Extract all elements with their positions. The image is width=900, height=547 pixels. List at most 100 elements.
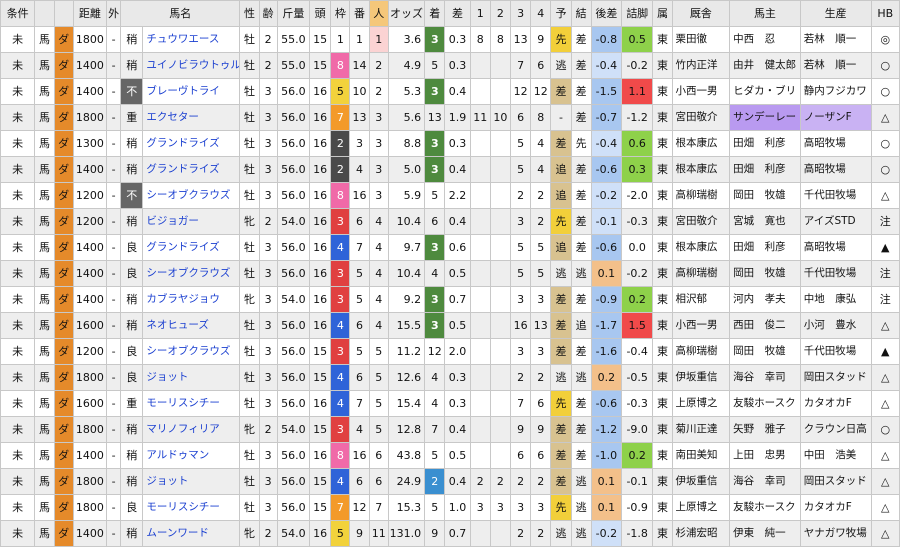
cell-seisan: 中田 浩美 — [799, 442, 872, 469]
cell-banushi: 西田 俊二 — [729, 312, 801, 339]
cell-bamei[interactable]: ムーンワード — [142, 520, 241, 547]
cell-kyori: 1200 — [72, 338, 108, 365]
header-col-blank-2[interactable] — [53, 0, 74, 27]
table-row[interactable]: 未馬ダ 1300- 稍グランドライズ牡 3 56.0 16 2 3 3 8.8 3 0.3 5 4 差先 -0… — [0, 130, 900, 157]
cell-bamei[interactable]: マリノフィリア — [142, 416, 241, 443]
cell-kinryo: 54.0 — [276, 416, 311, 443]
header-zoku[interactable]: 属 — [652, 0, 673, 27]
cell-c3: 12 — [509, 78, 532, 105]
header-col-blank-1[interactable] — [34, 0, 55, 27]
cell-c4: 4 — [530, 130, 552, 157]
header-chaku[interactable]: 着 — [424, 0, 446, 27]
header-yoso[interactable]: 予 — [550, 0, 572, 27]
cell-bamei[interactable]: カブラヤジョウ — [142, 286, 241, 313]
header-waku[interactable]: 枠 — [330, 0, 351, 27]
cell-c1 — [469, 338, 491, 365]
cell-surface: ダ — [53, 338, 74, 365]
cell-zoku: 東 — [652, 52, 673, 79]
header-c4[interactable]: 4 — [530, 0, 552, 27]
header-atosa[interactable]: 後差 — [590, 0, 623, 27]
cell-bamei[interactable]: ビジョガー — [142, 208, 241, 235]
cell-hb: ○ — [870, 156, 900, 183]
table-row[interactable]: 未馬ダ 1600- 稍ネオヒューズ牡 3 56.0 16 4 6 4 15.5 3 0.5 16 13 差追… — [0, 312, 900, 339]
header-bamei[interactable]: 馬名 — [120, 0, 241, 27]
header-tosu[interactable]: 頭 — [309, 0, 332, 27]
cell-kyusha: 根本康広 — [671, 234, 731, 261]
header-odds[interactable]: オッズ — [387, 0, 426, 27]
header-kyori[interactable]: 距離 — [72, 0, 108, 27]
cell-odds: 43.8 — [387, 442, 426, 469]
cell-kyori: 1800 — [72, 468, 108, 495]
table-row[interactable]: 未馬ダ 1400- 稍アルドゥマン牡 3 56.0 16 8 16 6 43.8 5 0.5 6 6 差差 -… — [0, 442, 900, 469]
table-row[interactable]: 未馬ダ 1800- 稍マリノフィリア牝 2 54.0 15 3 4 5 12.8 7 0.4 9 9 差差 -… — [0, 416, 900, 443]
table-row[interactable]: 未馬ダ 1800- 良モーリスシチー牡 3 56.0 15 7 12 7 15.3 5 1.0 3 3 3 3… — [0, 494, 900, 521]
header-kekka[interactable]: 結 — [570, 0, 592, 27]
cell-bamei[interactable]: シーオブクラウズ — [142, 260, 241, 287]
cell-seisan: 高昭牧場 — [799, 156, 872, 183]
table-row[interactable]: 未馬ダ 1200- 良シーオブクラウズ牡 3 56.0 15 3 5 5 11.2 12 2.0 3 3 差… — [0, 338, 900, 365]
cell-waku: 5 — [330, 78, 351, 105]
table-row[interactable]: 未馬ダ 1200- 不シーオブクラウズ牡 3 56.0 16 8 16 3 5.9 5 2.2 2 2 追差… — [0, 182, 900, 209]
cell-bamei[interactable]: モーリスシチー — [142, 494, 241, 521]
cell-soto: - — [106, 104, 122, 131]
header-c2[interactable]: 2 — [489, 0, 511, 27]
cell-kyusha: 宮田敬介 — [671, 208, 731, 235]
cell-c2 — [489, 520, 511, 547]
header-joken[interactable]: 条件 — [0, 0, 36, 27]
cell-bamei[interactable]: エクセター — [142, 104, 241, 131]
table-row[interactable]: 未馬ダ 1800- 重エクセター牡 3 56.0 16 7 13 3 5.6 13 1.9 11 10 6 8… — [0, 104, 900, 131]
cell-bamei[interactable]: モーリスシチー — [142, 390, 241, 417]
table-row[interactable]: 未馬ダ 1400- 稍グランドライズ牡 3 56.0 16 2 4 3 5.0 3 0.4 5 4 追差 -0… — [0, 156, 900, 183]
cell-odds: 15.4 — [387, 390, 426, 417]
cell-bamei[interactable]: グランドライズ — [142, 156, 241, 183]
header-seisan[interactable]: 生産 — [799, 0, 872, 27]
cell-bamei[interactable]: ジョット — [142, 468, 241, 495]
cell-bamei[interactable]: シーオブクラウズ — [142, 338, 241, 365]
table-row[interactable]: 未馬ダ 1400- 稍カブラヤジョウ牝 3 54.0 16 3 5 4 9.2 3 0.7 3 3 差差 -0… — [0, 286, 900, 313]
table-row[interactable]: 未馬ダ 1400- 稍ムーンワード牝 2 54.0 16 5 9 11 131.0 9 0.7 2 2 逃逃… — [0, 520, 900, 547]
cell-soto: - — [106, 234, 122, 261]
table-row[interactable]: 未馬ダ 1400- 良シーオブクラウズ牡 3 56.0 16 3 5 4 10.4 4 0.5 5 5 逃逃… — [0, 260, 900, 287]
header-c3[interactable]: 3 — [509, 0, 532, 27]
cell-bamei[interactable]: チュウワエース — [142, 26, 241, 53]
cell-seisan: 中地 康弘 — [799, 286, 872, 313]
table-row[interactable]: 未馬ダ 1400- 不ブレーヴトライ牡 3 56.0 16 5 10 2 5.3 3 0.4 12 12 差… — [0, 78, 900, 105]
table-row[interactable]: 未馬ダ 1400- 良グランドライズ牡 3 56.0 16 4 7 4 9.7 3 0.6 5 5 追差 -0… — [0, 234, 900, 261]
header-ninki[interactable]: 人 — [368, 0, 389, 27]
header-sei[interactable]: 性 — [239, 0, 260, 27]
cell-kekka: 差 — [570, 78, 592, 105]
header-rei[interactable]: 齢 — [258, 0, 278, 27]
cell-bamei[interactable]: グランドライズ — [142, 130, 241, 157]
cell-kinryo: 56.0 — [276, 182, 311, 209]
cell-bamei[interactable]: ブレーヴトライ — [142, 78, 241, 105]
race-data-table: 条件 距離外馬名性齢斤量頭枠番人オッズ着差 1 2 3 4 予結後差 詰脚属厩舎 馬主 生産 HB … — [0, 0, 900, 547]
table-row[interactable]: 未馬ダ 1800- 良ジョット牡 3 56.0 15 4 6 5 12.6 4 0.3 2 2 逃逃 0.2-… — [0, 364, 900, 391]
cell-zoku: 東 — [652, 364, 673, 391]
table-row[interactable]: 未馬ダ 1600- 重モーリスシチー牡 3 56.0 16 4 7 5 15.4 4 0.3 7 6 先差 -… — [0, 390, 900, 417]
table-row[interactable]: 未馬ダ 1800- 稍チュウワエース牡 2 55.0 15 1 1 1 3.6 3 0.3 8 8 13 9 先… — [0, 26, 900, 53]
table-row[interactable]: 未馬ダ 1200- 稍ビジョガー牝 2 54.0 16 3 6 4 10.4 6 0.4 3 2 先差 -0.… — [0, 208, 900, 235]
cell-bamei[interactable]: ユイノビラウトゥル — [142, 52, 241, 79]
header-soto[interactable]: 外 — [106, 0, 122, 27]
cell-surface: ダ — [53, 364, 74, 391]
cell-kyusha: 伊坂重信 — [671, 468, 731, 495]
header-sa[interactable]: 差 — [444, 0, 471, 27]
cell-bamei[interactable]: グランドライズ — [142, 234, 241, 261]
cell-bamei[interactable]: ネオヒューズ — [142, 312, 241, 339]
cell-bamei[interactable]: アルドゥマン — [142, 442, 241, 469]
header-tsumeashi[interactable]: 詰脚 — [621, 0, 654, 27]
cell-rei: 2 — [258, 520, 278, 547]
header-kyusha[interactable]: 厩舎 — [671, 0, 731, 27]
cell-sa: 0.4 — [444, 468, 471, 495]
table-row[interactable]: 未馬ダ 1400- 稍ユイノビラウトゥル牡 2 55.0 15 8 14 2 4.9 5 0.3 7 6 逃… — [0, 52, 900, 79]
header-hb[interactable]: HB — [870, 0, 900, 27]
cell-bamei[interactable]: ジョット — [142, 364, 241, 391]
header-kinryo[interactable]: 斤量 — [276, 0, 311, 27]
header-c1[interactable]: 1 — [469, 0, 491, 27]
cell-bamei[interactable]: シーオブクラウズ — [142, 182, 241, 209]
header-ban[interactable]: 番 — [349, 0, 370, 27]
table-row[interactable]: 未馬ダ 1800- 稍ジョット牡 3 56.0 15 4 6 6 24.9 2 0.4 2 2 2 2 差逃 0.… — [0, 468, 900, 495]
header-banushi[interactable]: 馬主 — [729, 0, 801, 27]
cell-ninki: 4 — [368, 208, 389, 235]
cell-ban: 4 — [349, 156, 370, 183]
